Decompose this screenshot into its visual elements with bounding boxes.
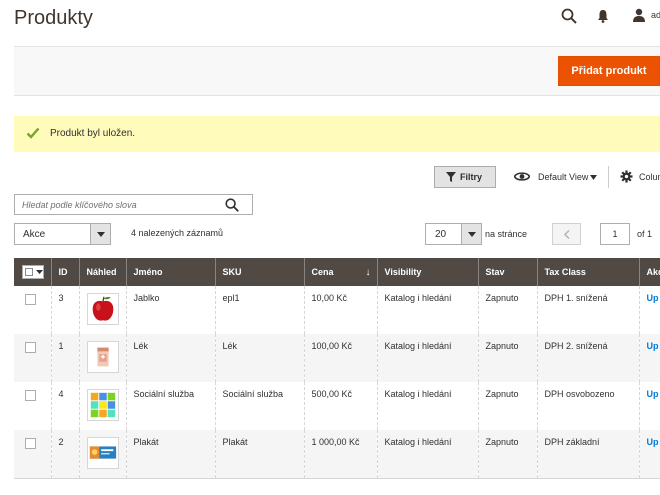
mass-actions-value: Akce <box>23 229 46 240</box>
cell-price: 500,00 Kč <box>303 382 377 430</box>
poster-thumbnail <box>86 437 119 469</box>
cell-status: Zapnuto <box>477 334 537 382</box>
cell-status: Zapnuto <box>477 382 537 430</box>
product-grid: ID Náhled Jméno SKU Cena ↓ Visibility Sta… <box>14 258 660 486</box>
cell-name: Lék <box>125 334 215 382</box>
column-header-thumbnail[interactable]: Náhled <box>78 258 126 286</box>
cell-id: 1 <box>50 334 79 382</box>
cell-tax-class: DPH základní <box>536 430 639 479</box>
page-title: Produkty <box>14 7 93 29</box>
chevron-down-icon[interactable] <box>36 270 43 274</box>
cell-tax-class: DPH 1. snížená <box>536 286 639 334</box>
keyword-search <box>14 194 253 215</box>
edit-link[interactable]: Up <box>647 341 659 351</box>
column-header-status[interactable]: Stav <box>477 258 537 286</box>
chevron-down-icon <box>97 232 105 237</box>
select-arrow <box>90 224 110 244</box>
per-page-select[interactable]: 20 <box>425 223 482 245</box>
row-checkbox[interactable] <box>25 438 36 449</box>
previous-page-button[interactable] <box>552 223 581 245</box>
cell-name: Jablko <box>125 286 215 334</box>
funnel-icon <box>446 172 456 182</box>
column-header-price-label: Cena <box>311 267 334 277</box>
table-row[interactable]: 4 Sociální služba Sociální služba 500,00… <box>14 382 660 430</box>
cell-thumbnail <box>78 286 126 334</box>
column-header-id[interactable]: ID <box>50 258 79 286</box>
cell-name: Sociální služba <box>125 382 215 430</box>
select-all-checkbox[interactable] <box>25 268 33 276</box>
cell-price: 1 000,00 Kč <box>303 430 377 479</box>
table-row[interactable]: 1 Lék Lék 100,00 Kč Katalog i hledání Za… <box>14 334 660 382</box>
per-page-label: na stránce <box>485 229 528 239</box>
add-product-button[interactable]: Přidat produkt <box>558 56 660 86</box>
edit-link[interactable]: Up <box>647 293 659 303</box>
sort-descending-icon: ↓ <box>365 267 371 278</box>
cell-sku: Sociální služba <box>214 382 304 430</box>
edit-link[interactable]: Up <box>647 389 659 399</box>
column-header-sku[interactable]: SKU <box>214 258 304 286</box>
row-checkbox[interactable] <box>25 294 36 305</box>
chevron-down-icon <box>468 232 476 237</box>
column-header-tax-class[interactable]: Tax Class <box>536 258 639 286</box>
cell-status: Zapnuto <box>477 430 537 479</box>
success-message: Produkt byl uložen. <box>14 116 660 152</box>
cell-thumbnail <box>78 382 126 430</box>
gear-icon[interactable] <box>620 170 633 183</box>
cell-tax-class: DPH osvobozeno <box>536 382 639 430</box>
per-page-value: 20 <box>435 229 447 240</box>
cell-visibility: Katalog i hledání <box>376 382 478 430</box>
medicine-thumbnail <box>86 341 119 373</box>
chevron-down-icon[interactable] <box>590 175 597 180</box>
cell-id: 3 <box>50 286 79 334</box>
cell-visibility: Katalog i hledání <box>376 334 478 382</box>
social-service-thumbnail <box>86 389 119 421</box>
cell-price: 100,00 Kč <box>303 334 377 382</box>
records-found: 4 nalezených záznamů <box>131 228 224 238</box>
search-input[interactable] <box>15 195 215 214</box>
mass-select-checkbox[interactable] <box>22 265 44 279</box>
cell-visibility: Katalog i hledání <box>376 430 478 479</box>
cell-sku: epl1 <box>214 286 304 334</box>
column-header-action[interactable]: Akc <box>638 258 660 286</box>
column-header-visibility[interactable]: Visibility <box>376 258 478 286</box>
mass-select-header[interactable] <box>14 258 51 286</box>
row-checkbox[interactable] <box>25 390 36 401</box>
toolbar-divider <box>608 166 609 188</box>
user-name[interactable]: ad <box>651 10 660 20</box>
page-total: of 1 <box>637 229 653 239</box>
columns-dropdown[interactable]: Colum <box>639 172 660 182</box>
cell-visibility: Katalog i hledání <box>376 286 478 334</box>
checkmark-icon <box>26 127 40 139</box>
table-row[interactable]: 3 Jablko epl1 10,00 Kč Katalog i hledání… <box>14 286 660 334</box>
search-icon[interactable] <box>561 8 577 24</box>
success-message-text: Produkt byl uložen. <box>50 128 136 139</box>
cell-sku: Lék <box>214 334 304 382</box>
filters-button[interactable]: Filtry <box>434 166 496 188</box>
column-header-name[interactable]: Jméno <box>125 258 215 286</box>
cell-name: Plakát <box>125 430 215 479</box>
cell-id: 2 <box>50 430 79 479</box>
user-icon[interactable] <box>632 8 646 22</box>
page-number-input[interactable] <box>600 223 630 245</box>
cell-tax-class: DPH 2. snížená <box>536 334 639 382</box>
apple-thumbnail <box>86 293 119 325</box>
edit-link[interactable]: Up <box>647 437 659 447</box>
cell-price: 10,00 Kč <box>303 286 377 334</box>
select-arrow <box>461 224 481 244</box>
table-row[interactable]: 2 Plakát Plakát 1 000,00 Kč Katalog i hl… <box>14 430 660 479</box>
bell-icon[interactable] <box>597 9 609 23</box>
eye-icon[interactable] <box>514 171 530 182</box>
cell-id: 4 <box>50 382 79 430</box>
cell-thumbnail <box>78 334 126 382</box>
column-header-price[interactable]: Cena ↓ <box>303 258 377 286</box>
search-icon[interactable] <box>225 198 239 212</box>
chevron-left-icon <box>564 230 570 239</box>
cell-status: Zapnuto <box>477 286 537 334</box>
cell-sku: Plakát <box>214 430 304 479</box>
cell-thumbnail <box>78 430 126 479</box>
default-view-dropdown[interactable]: Default View <box>538 172 588 182</box>
filters-label: Filtry <box>460 172 483 182</box>
row-checkbox[interactable] <box>25 342 36 353</box>
mass-actions-select[interactable]: Akce <box>14 223 111 245</box>
